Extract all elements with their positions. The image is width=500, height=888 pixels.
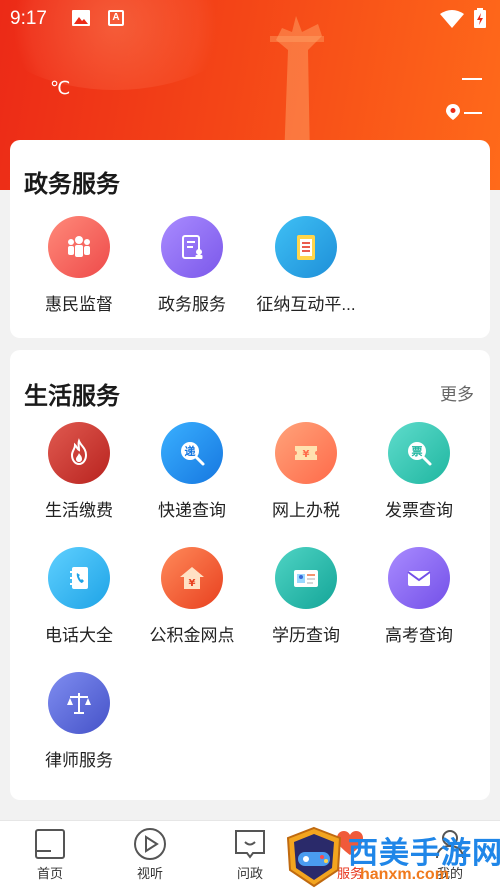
svg-text:递: 递 [185,444,196,458]
service-label: 生活缴费 [45,501,113,520]
gov-services-card: 政务服务 惠民监督 政务服务 征纳互动平... [10,140,490,338]
nav-label: 视听 [136,866,163,881]
service-gaokao-query[interactable]: 高考查询 [363,547,475,646]
gallery-icon [72,10,90,26]
status-time: 9:17 [10,8,47,29]
document-person-icon [161,216,223,278]
house-yen-icon: ¥ [161,547,223,609]
service-invoice-query[interactable]: 票 发票查询 [363,422,475,521]
service-label: 惠民监督 [45,295,113,314]
service-label: 政务服务 [158,295,226,314]
service-phone-directory[interactable]: 电话大全 [23,547,135,646]
service-label: 电话大全 [45,626,113,645]
service-education-query[interactable]: 学历查询 [250,547,362,646]
phone-book-icon [48,547,110,609]
clipboard-list-icon [275,216,337,278]
location-placeholder [464,112,482,114]
service-label: 律师服务 [45,751,113,770]
game-controller-logo-icon [286,826,342,888]
service-label: 征纳互动平... [256,295,356,314]
gov-services-title: 政务服务 [24,171,120,198]
svg-text:¥: ¥ [303,449,310,460]
service-huimin-jiandu[interactable]: 惠民监督 [23,216,135,315]
watermark-url: hanxm.com [360,866,449,883]
wifi-icon [440,10,464,28]
nav-label: 首页 [36,866,63,881]
site-watermark: 西美手游网 hanxm.com [282,826,500,888]
envelope-icon [388,547,450,609]
service-zhengwu-fuwu[interactable]: 政务服务 [136,216,248,315]
service-express-query[interactable]: 递 快递查询 [136,422,248,521]
people-group-icon [48,216,110,278]
service-label: 快递查询 [158,501,226,520]
battery-icon [474,8,486,28]
svg-text:票: 票 [412,445,423,458]
play-circle-icon [134,828,166,860]
nav-home[interactable]: 首页 [0,827,100,882]
location-indicator[interactable] [446,104,486,120]
service-label: 发票查询 [385,501,453,520]
life-services-title: 生活服务 [24,383,120,410]
chat-bubble-icon [235,830,265,859]
service-label: 公积金网点 [149,626,235,645]
service-housing-fund[interactable]: ¥ 公积金网点 [136,547,248,646]
location-pin-icon [446,104,460,120]
svg-text:¥: ¥ [189,578,196,589]
service-label: 高考查询 [385,626,453,645]
nav-video[interactable]: 视听 [100,827,200,882]
service-lawyer[interactable]: 律师服务 [23,672,135,771]
service-label: 学历查询 [272,626,340,645]
service-online-tax[interactable]: ¥ 网上办税 [250,422,362,521]
service-zhengna-hudong[interactable]: 征纳互动平... [250,216,362,315]
app-notification-icon: A [108,10,124,26]
service-label: 网上办税 [272,501,340,520]
id-card-icon [275,547,337,609]
search-invoice-icon: 票 [388,422,450,484]
status-bar: 9:17 A [0,0,500,38]
temperature-unit: ℃ [50,78,71,98]
service-life-payment[interactable]: 生活缴费 [23,422,135,521]
weather-placeholder [462,78,482,80]
ticket-yen-icon: ¥ [275,422,337,484]
life-services-card: 生活服务 更多 生活缴费 递 快递查询 ¥ 网上办税 票 发票查询 电话大全 ¥ [10,350,490,800]
flame-icon [48,422,110,484]
home-square-icon [35,829,65,859]
scales-icon [48,672,110,734]
search-express-icon: 递 [161,422,223,484]
more-link[interactable]: 更多 [440,380,474,405]
